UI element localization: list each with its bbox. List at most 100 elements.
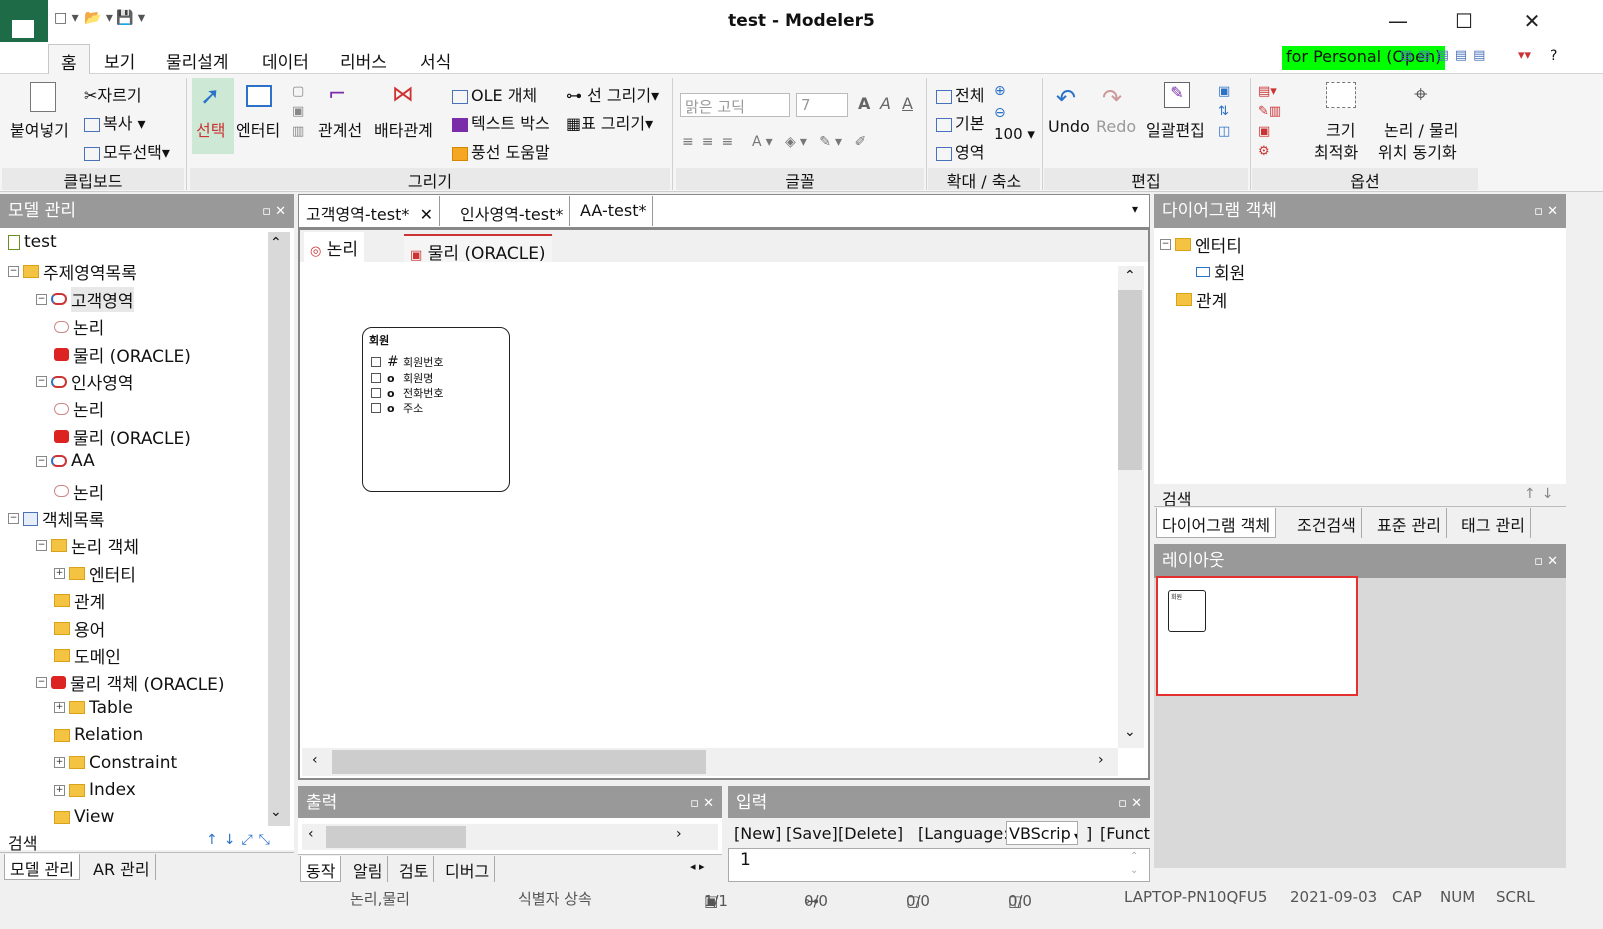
editor-scroll-icons[interactable]: ⌃ ⌄ bbox=[1130, 850, 1138, 878]
tree-item[interactable]: 물리 (ORACLE) bbox=[54, 424, 191, 449]
function-button[interactable]: [Functi bbox=[1100, 824, 1150, 843]
expand-toggle-icon[interactable]: − bbox=[8, 513, 19, 524]
tab-condition-search[interactable]: 조건검색 bbox=[1292, 508, 1362, 538]
tree-item[interactable]: test bbox=[8, 232, 57, 252]
panel-pin-icon[interactable]: ▫ ✕ bbox=[1534, 201, 1558, 223]
tab-action[interactable]: 동작 bbox=[300, 856, 342, 882]
entity-tool-button[interactable]: 엔터티 bbox=[236, 117, 280, 141]
tab-ar-manage[interactable]: AR 관리 bbox=[88, 854, 156, 880]
small-shape-icons[interactable]: ▢ ▣ ▥ bbox=[292, 82, 304, 142]
expand-toggle-icon[interactable]: + bbox=[54, 567, 65, 579]
expand-toggle-icon[interactable]: + bbox=[54, 757, 65, 769]
sync-line2[interactable]: 위치 동기화 bbox=[1378, 139, 1457, 163]
tree-item[interactable]: 논리 bbox=[54, 479, 104, 504]
menu-tab-home[interactable]: 홈 bbox=[48, 44, 90, 74]
tree-item[interactable]: − AA bbox=[36, 451, 95, 471]
language-select[interactable]: VBScrip ▾ bbox=[1006, 821, 1078, 845]
underline-button[interactable]: A bbox=[902, 94, 913, 113]
zoom-basic-button[interactable]: 기본 bbox=[936, 110, 984, 134]
panel-pin-icon[interactable]: ▫ ✕ bbox=[690, 793, 714, 815]
expand-toggle-icon[interactable]: − bbox=[36, 376, 47, 387]
layout-toolbar-icons[interactable]: ▤▤▤▤▤ bbox=[1400, 48, 1491, 63]
sync-line1[interactable]: 논리 / 물리 bbox=[1384, 117, 1458, 141]
tree-item[interactable]: + 엔터티 bbox=[54, 561, 136, 586]
doc-tab-close-icon[interactable]: ✕ bbox=[420, 205, 433, 224]
collapse-icon[interactable]: − bbox=[1160, 239, 1171, 250]
zoom-area-button[interactable]: 영역 bbox=[936, 139, 984, 163]
zoom-in-out-icons[interactable]: ⊕ ⊖ bbox=[994, 80, 1006, 124]
tree-item[interactable]: 논리 bbox=[54, 314, 104, 339]
tree-item[interactable]: Relation bbox=[54, 725, 143, 745]
menu-tab-physical[interactable]: 물리설계 bbox=[154, 44, 241, 74]
panel-pin-icon[interactable]: ▫ ✕ bbox=[1534, 551, 1558, 573]
relation-line-button[interactable]: 관계선 bbox=[318, 117, 362, 141]
balloon-help-button[interactable]: 풍선 도움말 bbox=[452, 139, 550, 163]
paste-button[interactable]: 붙여넣기 bbox=[10, 117, 69, 141]
output-hscroll-thumb[interactable] bbox=[326, 826, 466, 848]
tree-nav-icons[interactable]: ↑↓⤢⤡ bbox=[206, 832, 276, 848]
options-small-icons[interactable]: ▤▾ ✎▥ ▣ ⚙ bbox=[1258, 82, 1281, 162]
tree-item[interactable]: 관계 bbox=[54, 588, 105, 613]
select-tool-button[interactable]: 선택 bbox=[196, 117, 225, 141]
canvas-vscroll-thumb[interactable] bbox=[1118, 290, 1142, 470]
tree-item[interactable]: − 객체목록 bbox=[8, 506, 105, 531]
table-draw-button[interactable]: ▦표 그리기▾ bbox=[566, 110, 653, 134]
script-new-button[interactable]: [New] bbox=[734, 824, 781, 843]
expand-toggle-icon[interactable]: + bbox=[54, 784, 65, 796]
edit-small-icons[interactable]: ▣ ⇅ ◫ bbox=[1218, 82, 1230, 142]
tree-item[interactable]: 용어 bbox=[54, 616, 105, 641]
italic-button[interactable]: A bbox=[880, 94, 891, 113]
tab-tag-manage[interactable]: 태그 관리 bbox=[1456, 508, 1531, 538]
script-editor[interactable] bbox=[728, 848, 1150, 882]
diagram-nav-icons[interactable]: ↑↓ bbox=[1524, 486, 1559, 502]
script-delete-button[interactable]: [Delete] bbox=[838, 824, 903, 843]
font-name-select[interactable]: 맑은 고딕 bbox=[680, 93, 790, 117]
scroll-up-icon[interactable]: ⌃ bbox=[1124, 268, 1136, 284]
redo-button[interactable]: Redo bbox=[1096, 117, 1136, 136]
doc-tab-customer[interactable]: 고객영역-test* ✕ bbox=[300, 196, 440, 226]
exclusive-relation-button[interactable]: 배타관계 bbox=[374, 117, 433, 141]
tree-item[interactable]: 물리 (ORACLE) bbox=[54, 342, 191, 367]
tab-review[interactable]: 검토 bbox=[394, 856, 435, 882]
menu-tab-view[interactable]: 보기 bbox=[92, 44, 147, 74]
model-tree-scrollbar[interactable] bbox=[268, 232, 290, 826]
view-tab-physical[interactable]: ▣ 물리 (ORACLE) bbox=[404, 234, 552, 264]
fit-size-line1[interactable]: 크기 bbox=[1326, 117, 1355, 141]
menu-tab-reverse[interactable]: 리버스 bbox=[328, 44, 399, 74]
bold-button[interactable]: A bbox=[858, 94, 870, 113]
scroll-down-icon[interactable]: ⌄ bbox=[1124, 724, 1136, 740]
expand-toggle-icon[interactable]: + bbox=[54, 702, 65, 714]
cut-button[interactable]: ✂자르기 bbox=[84, 82, 142, 106]
scroll-left-icon[interactable]: ‹ bbox=[312, 752, 318, 768]
close-button[interactable]: ✕ bbox=[1512, 6, 1552, 36]
menu-tab-format[interactable]: 서식 bbox=[408, 44, 463, 74]
entity-box[interactable]: 회원 # 회원번호 o 회원명 o 전화번호 o 주소 bbox=[362, 327, 510, 492]
entity-attribute[interactable]: # 회원번호 bbox=[371, 354, 443, 370]
tab-notice[interactable]: 알림 bbox=[348, 856, 389, 882]
entity-attribute[interactable]: o 회원명 bbox=[371, 370, 433, 386]
tree-item[interactable]: − 인사영역 bbox=[36, 369, 134, 394]
color-icons[interactable]: A▾ ◈▾ ✎▾ ✐ bbox=[752, 134, 870, 150]
tree-item[interactable]: View bbox=[54, 807, 114, 827]
line-draw-button[interactable]: ⊶ 선 그리기▾ bbox=[566, 82, 659, 106]
panel-pin-icon[interactable]: ▫ ✕ bbox=[1118, 793, 1142, 815]
view-tab-logical[interactable]: ◎ 논리 bbox=[304, 232, 365, 262]
tree-item[interactable]: + Index bbox=[54, 780, 136, 800]
align-icons[interactable]: ≡≡≡ bbox=[682, 134, 741, 150]
tree-item[interactable]: − 주제영역목록 bbox=[8, 259, 137, 284]
text-box-button[interactable]: 텍스트 박스 bbox=[452, 110, 550, 134]
zoom-level-select[interactable]: 100 ▾ bbox=[994, 125, 1035, 143]
tab-debug[interactable]: 디버그 bbox=[440, 856, 496, 882]
tree-item[interactable]: − 논리 객체 bbox=[36, 533, 139, 558]
help-icon[interactable]: ? bbox=[1550, 48, 1557, 64]
scroll-up-icon[interactable]: ⌃ bbox=[270, 235, 282, 251]
copy-button[interactable]: 복사 ▾ bbox=[84, 110, 146, 134]
scroll-right-icon[interactable]: › bbox=[1098, 752, 1104, 768]
tab-standard-manage[interactable]: 표준 관리 bbox=[1372, 508, 1447, 538]
undo-button[interactable]: Undo bbox=[1048, 117, 1090, 136]
doc-tab-dropdown-icon[interactable]: ▾ bbox=[1132, 202, 1138, 216]
tab-diagram-objects[interactable]: 다이어그램 객체 bbox=[1156, 508, 1277, 538]
panel-pin-icon[interactable]: ▫ ✕ bbox=[262, 201, 286, 223]
tree-item[interactable]: − 고객영역 bbox=[36, 286, 134, 312]
canvas-hscroll-thumb[interactable] bbox=[332, 750, 706, 774]
